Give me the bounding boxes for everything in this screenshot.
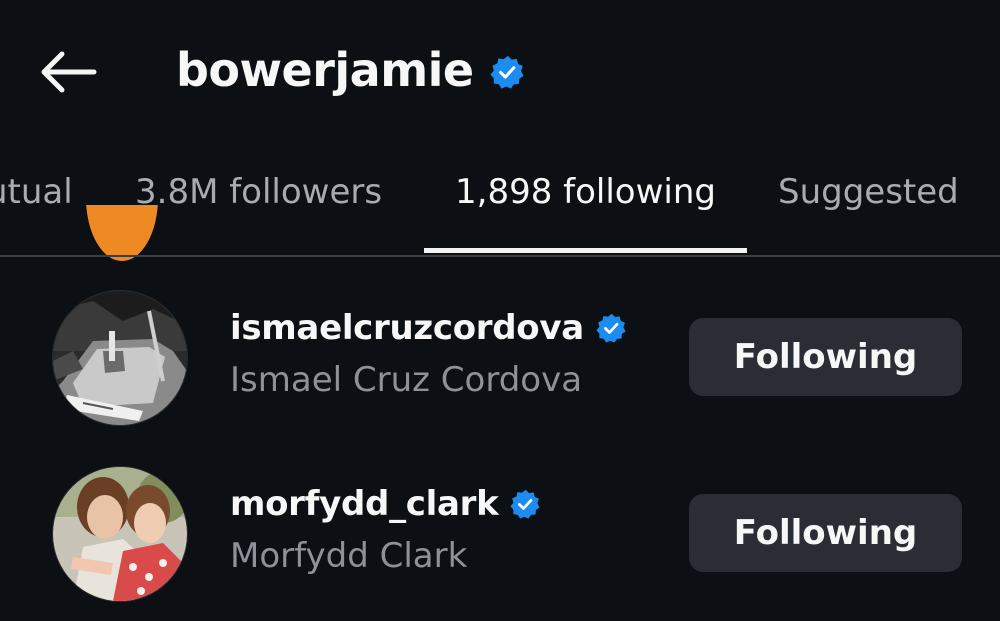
verified-badge-icon [510,489,541,519]
following-button[interactable]: Following [689,318,962,396]
list-item: ismaelcruzcordova Ismael Cruz Cordova Fo… [0,282,1000,432]
tab-mutual[interactable]: utual [0,172,73,212]
page-title: bowerjamie [176,43,474,97]
verified-badge-icon [490,55,524,89]
avatar[interactable] [52,466,188,602]
active-tab-indicator [424,248,747,253]
username-link[interactable]: morfydd_clark [230,484,541,524]
back-arrow-icon [41,51,97,93]
avatar[interactable] [52,290,188,426]
username: morfydd_clark [230,484,499,524]
tab-following[interactable]: 1,898 following [455,172,716,212]
page-title-group: bowerjamie [176,38,524,102]
username: ismaelcruzcordova [230,308,584,348]
avatar-image-morfydd-clark [53,467,187,601]
tab-followers[interactable]: 3.8M followers [135,172,382,212]
username-link[interactable]: ismaelcruzcordova [230,308,626,348]
tab-suggested[interactable]: Suggested [778,172,959,212]
list-item: morfydd_clark Morfydd Clark Following [0,458,1000,608]
header: bowerjamie [0,0,1000,140]
full-name: Morfydd Clark [230,536,468,576]
following-button[interactable]: Following [689,494,962,572]
verified-badge-icon [596,313,626,343]
partially-visible-avatar [86,205,158,261]
profile-following-screen: bowerjamie utual 3.8M followers 1,898 fo… [0,0,1000,621]
tabs-divider [0,255,1000,257]
avatar-image-ismaelcruzcordova [53,291,187,425]
full-name: Ismael Cruz Cordova [230,360,583,400]
back-button[interactable] [36,46,100,98]
